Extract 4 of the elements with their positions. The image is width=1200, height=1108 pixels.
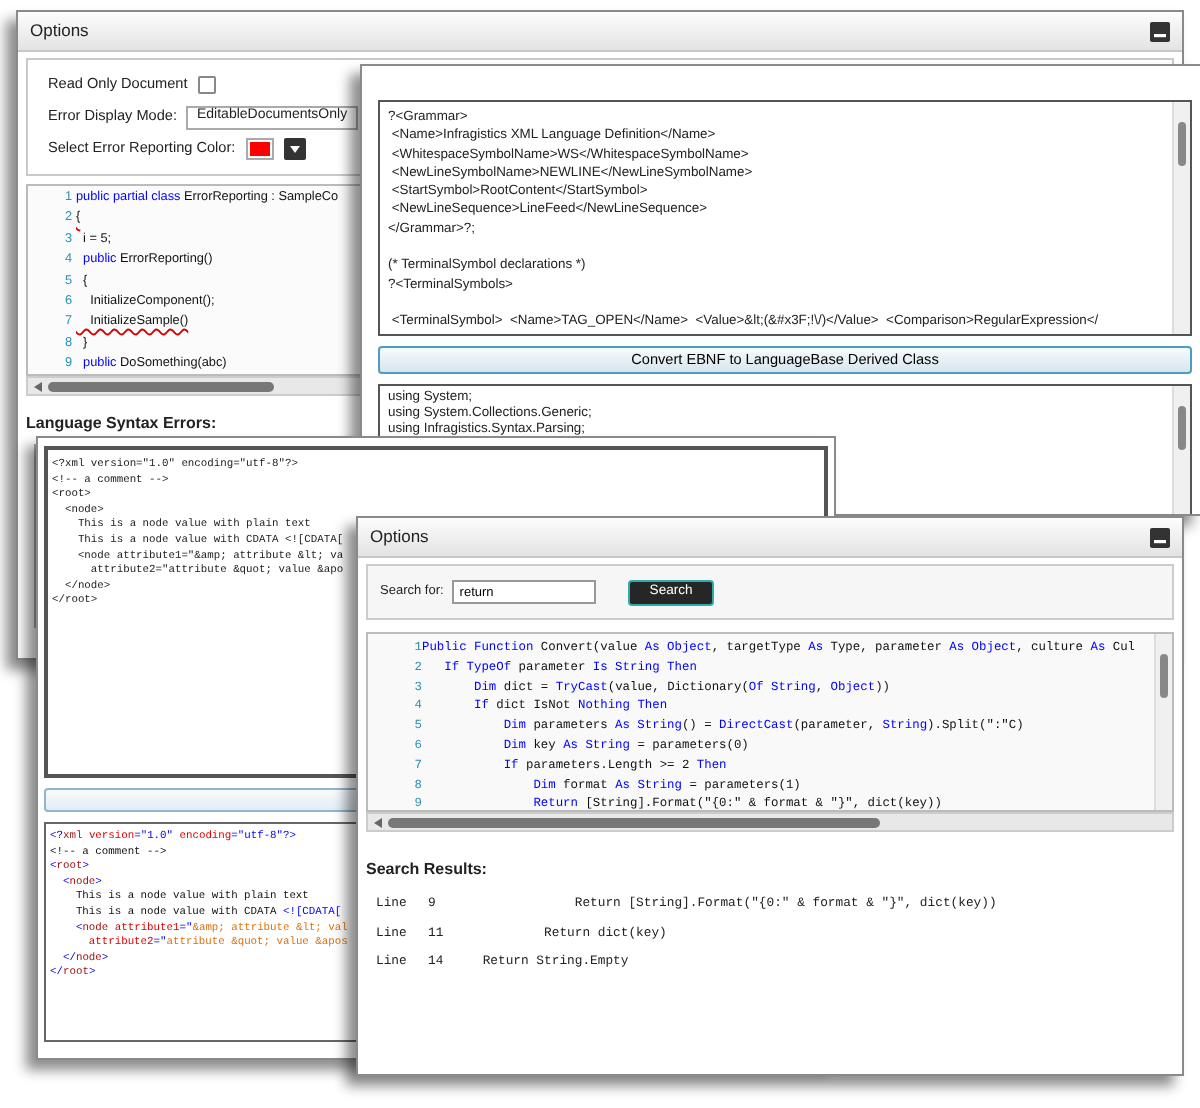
section-label: Search Results: bbox=[366, 858, 489, 882]
window-title: Options bbox=[30, 18, 89, 44]
section-label: Language Syntax Errors: bbox=[26, 412, 217, 436]
window-title: Options bbox=[370, 524, 429, 550]
